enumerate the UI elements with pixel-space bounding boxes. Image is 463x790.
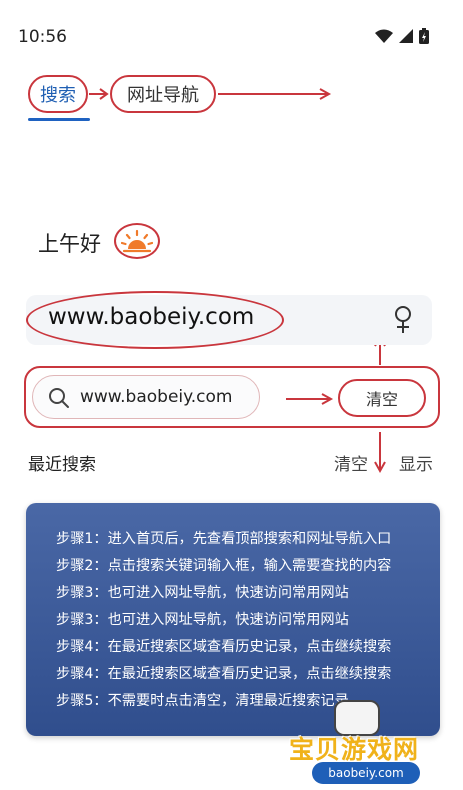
url-text: www.baobeiy.com — [48, 304, 255, 330]
watermark-title: 宝贝游戏网 — [289, 735, 420, 764]
step-line: 步骤4：在最近搜索区域查看历史记录，点击继续搜索 — [56, 639, 392, 655]
instruction-panel: 步骤1：进入首页后，先查看顶部搜索和网址导航入口 步骤2：点击搜索关键词输入框，… — [26, 503, 440, 736]
step-line: 步骤4：在最近搜索区域查看历史记录，点击继续搜索 — [56, 666, 392, 682]
clear-button[interactable]: 清空 — [338, 379, 426, 417]
step-line: 步骤1：进入首页后，先查看顶部搜索和网址导航入口 — [56, 531, 392, 547]
sun-icon — [121, 229, 153, 253]
watermark-domain: baobeiy.com — [312, 762, 420, 784]
greeting-text: 上午好 — [38, 232, 101, 256]
step-line: 步骤3：也可进入网址导航，快速访问常用网站 — [56, 585, 349, 601]
search-icon — [49, 388, 69, 408]
search-input-value: www.baobeiy.com — [80, 387, 233, 407]
recent-search-title: 最近搜索 — [28, 455, 96, 475]
step-line: 步骤2：点击搜索关键词输入框，输入需要查找的内容 — [56, 558, 392, 574]
female-icon[interactable] — [392, 305, 414, 335]
step-line: 步骤5：不需要时点击清空，清理最近搜索记录 — [56, 693, 349, 709]
recent-show-button[interactable]: 显示 — [399, 450, 433, 475]
recent-clear-button[interactable]: 清空 — [334, 450, 368, 475]
step-line: 步骤3：也可进入网址导航，快速访问常用网站 — [56, 612, 349, 628]
